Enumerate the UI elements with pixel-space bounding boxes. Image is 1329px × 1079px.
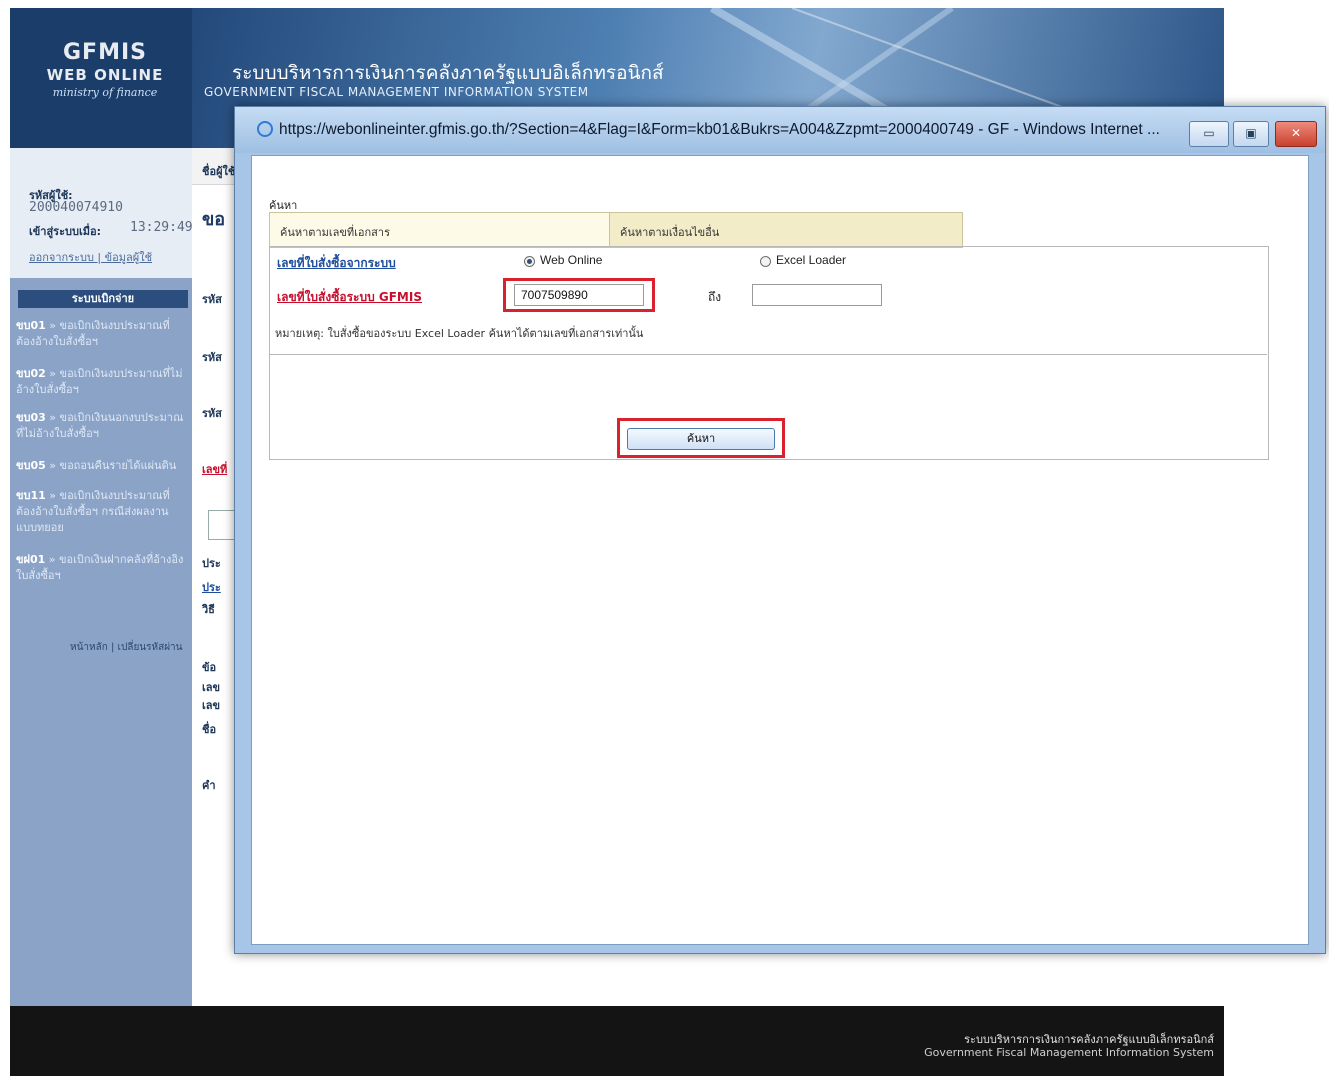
- sidebar-item-kb02[interactable]: ขบ02 » ขอเบิกเงินงบประมาณที่ไม่อ้างใบสั่…: [16, 366, 188, 398]
- po-gfmis-label[interactable]: เลขที่ใบสั่งซื้อระบบ GFMIS: [277, 288, 422, 307]
- radio-web-online-label: Web Online: [540, 253, 603, 267]
- highlight-box: [503, 278, 655, 312]
- form-link[interactable]: เลขที่: [202, 460, 227, 478]
- maximize-button[interactable]: ▣: [1233, 121, 1269, 147]
- gfmis-logo: GFMIS WEB ONLINE ministry of finance: [10, 8, 192, 148]
- tab-search-other[interactable]: ค้นหาตามเงื่อนไขอื่น: [609, 212, 963, 248]
- divider: [269, 354, 1267, 355]
- page-heading: ขอ: [202, 209, 226, 230]
- tab-label: ค้นหาตามเงื่อนไขอื่น: [620, 226, 720, 239]
- sidebar-item-kf01[interactable]: ขฝ01 » ขอเบิกเงินฝากคลังที่อ้างอิงใบสั่ง…: [16, 552, 188, 584]
- highlight-box: [617, 418, 785, 458]
- user-id-value: 200040074910: [29, 200, 123, 215]
- form-label: เลข: [202, 681, 221, 694]
- search-note: หมายเหตุ: ใบสั่งซื้อของระบบ Excel Loader…: [275, 327, 644, 340]
- footer-title-en: Government Fiscal Management Information…: [924, 1046, 1214, 1059]
- sidebar-footer-links[interactable]: หน้าหลัก | เปลี่ยนรหัสผ่าน: [70, 640, 183, 655]
- login-time-value: 13:29:49: [130, 220, 193, 235]
- menu-code: ขฝ01: [16, 553, 46, 566]
- sidebar-item-kb11[interactable]: ขบ11 » ขอเบิกเงินงบประมาณที่ต้องอ้างใบสั…: [16, 488, 188, 536]
- menu-code: ขบ01: [16, 319, 46, 332]
- sidebar-item-kb03[interactable]: ขบ03 » ขอเบิกเงินนอกงบประมาณที่ไม่อ้างใบ…: [16, 410, 188, 442]
- form-label: เลข: [202, 699, 221, 712]
- menu-code: ขบ05: [16, 459, 46, 472]
- logo-text-2: WEB ONLINE: [46, 66, 164, 84]
- logo-subtitle: ministry of finance: [52, 86, 158, 99]
- form-label: รหัส: [202, 293, 222, 306]
- logout-link[interactable]: ออกจากระบบ | ข้อมูลผู้ใช้: [29, 248, 152, 266]
- form-label: ชื่อ: [202, 723, 217, 736]
- form-label: รหัส: [202, 407, 222, 420]
- to-label: ถึง: [708, 290, 722, 304]
- tab-search-by-doc[interactable]: ค้นหาตามเลขที่เอกสาร: [269, 212, 611, 248]
- popup-window: https://webonlineinter.gfmis.go.th/?Sect…: [234, 106, 1326, 954]
- popup-title-url: https://webonlineinter.gfmis.go.th/?Sect…: [279, 121, 1160, 138]
- menu-code: ขบ02: [16, 367, 46, 380]
- left-sidebar: รหัสผู้ใช้: 200040074910 เข้าสู่ระบบเมื่…: [10, 148, 193, 1016]
- logo-text: GFMIS: [62, 40, 147, 65]
- tab-label: ค้นหาตามเลขที่เอกสาร: [280, 226, 390, 239]
- sidebar-item-kb01[interactable]: ขบ01 » ขอเบิกเงินงบประมาณที่ต้องอ้างใบสั…: [16, 318, 188, 350]
- menu-code: ขบ03: [16, 411, 46, 424]
- form-label: รหัส: [202, 351, 222, 364]
- login-time-label: เข้าสู่ระบบเมื่อ:: [29, 225, 101, 238]
- menu-code: ขบ11: [16, 489, 46, 502]
- form-label: ประ: [202, 557, 221, 570]
- po-from-system-label[interactable]: เลขที่ใบสั่งซื้อจากระบบ: [277, 254, 396, 273]
- system-title-en: GOVERNMENT FISCAL MANAGEMENT INFORMATION…: [204, 85, 589, 99]
- radio-excel-loader-label: Excel Loader: [776, 253, 847, 267]
- user-info-box: รหัสผู้ใช้: 200040074910 เข้าสู่ระบบเมื่…: [10, 148, 193, 278]
- menu-title: ระบบเบิกจ่าย: [18, 290, 188, 308]
- radio-excel-loader[interactable]: [760, 256, 771, 267]
- system-title-th: ระบบบริหารการเงินการคลังภาครัฐแบบอิเล็กท…: [232, 62, 664, 84]
- minimize-button[interactable]: ▭: [1189, 121, 1229, 147]
- popup-client-area: ค้นหา ค้นหาตามเลขที่เอกสาร ค้นหาตามเงื่อ…: [251, 155, 1309, 945]
- form-label: ข้อ: [202, 661, 217, 674]
- form-label: วิธี: [202, 603, 215, 616]
- app-footer: ระบบบริหารการเงินการคลังภาครัฐแบบอิเล็กท…: [10, 1006, 1224, 1076]
- username-label: ชื่อผู้ใช้: [202, 165, 236, 178]
- radio-web-online[interactable]: [524, 256, 535, 267]
- popup-title-bar[interactable]: https://webonlineinter.gfmis.go.th/?Sect…: [235, 107, 1325, 153]
- close-button[interactable]: ✕: [1275, 121, 1317, 147]
- internet-explorer-icon: [257, 121, 273, 137]
- menu-label: ขอถอนคืนรายได้แผ่นดิน: [59, 459, 177, 472]
- po-number-to-input[interactable]: [752, 284, 882, 306]
- form-label: คำ: [202, 779, 216, 792]
- sidebar-item-kb05[interactable]: ขบ05 » ขอถอนคืนรายได้แผ่นดิน: [16, 458, 188, 474]
- form-link[interactable]: ประ: [202, 578, 221, 596]
